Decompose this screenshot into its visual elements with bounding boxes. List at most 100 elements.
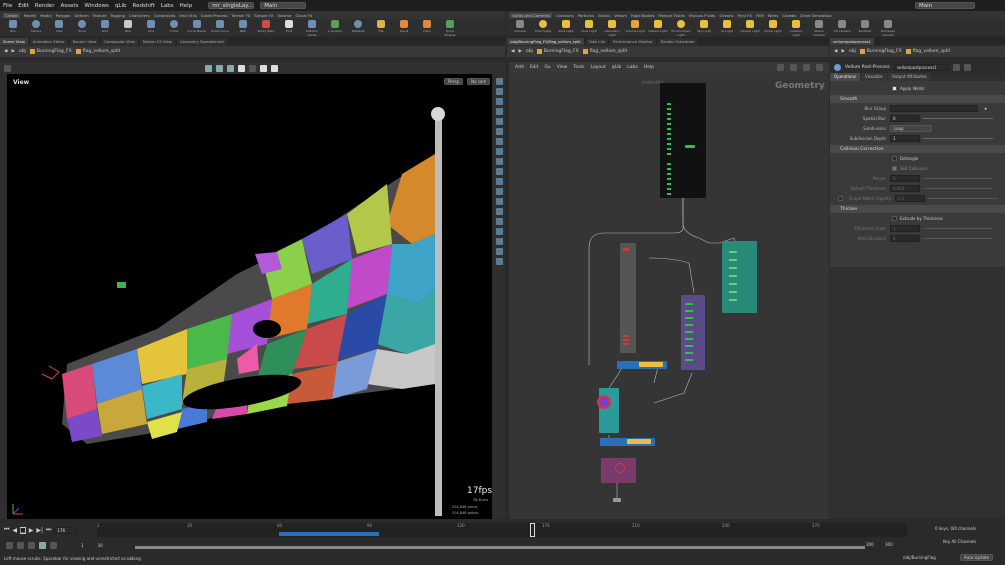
visibility-icon[interactable]	[495, 148, 503, 155]
realtime-icon[interactable]	[6, 542, 13, 549]
range-start[interactable]: 1	[81, 543, 84, 548]
menu-file[interactable]: File	[3, 3, 12, 9]
tool-distant-light[interactable]: Distant Light	[648, 20, 668, 33]
net-menu-layout[interactable]: Layout	[590, 65, 605, 70]
gear-icon[interactable]	[952, 64, 960, 71]
tool-sphere[interactable]: Sphere	[26, 20, 46, 33]
shelf-tab[interactable]: Grains	[598, 13, 610, 18]
current-frame-marker[interactable]	[530, 523, 535, 537]
shelf-tab[interactable]: Rigging	[111, 13, 125, 18]
tool-volume-light[interactable]: Volume Light	[625, 20, 645, 33]
range-end[interactable]: 300	[866, 542, 874, 547]
shelf-tab[interactable]: Modify	[24, 13, 37, 18]
path-burningflag[interactable]: BurningFlag_FX	[536, 49, 579, 54]
tool-environment-light[interactable]: Environment Light	[671, 20, 691, 37]
camera-view-icon[interactable]	[495, 178, 503, 185]
range-icon[interactable]	[39, 542, 46, 549]
display-icon[interactable]	[238, 64, 245, 72]
main-desktop-tab[interactable]: Main	[260, 2, 307, 9]
forward-arrow-icon[interactable]: ▶	[841, 49, 844, 54]
save-node-bottom-label[interactable]	[627, 439, 651, 444]
background-icon[interactable]	[495, 128, 503, 135]
shelf-tab[interactable]: Drive Simulation	[800, 13, 832, 18]
display-option-icon[interactable]	[495, 78, 503, 85]
wireframe-icon[interactable]	[249, 64, 256, 72]
tool-spiral[interactable]: Spiral	[394, 20, 414, 33]
grid-snap-icon[interactable]	[790, 64, 797, 71]
tool-box[interactable]: Box	[3, 20, 23, 33]
wire-divisions-field[interactable]: 4	[890, 234, 920, 242]
forward-arrow-icon[interactable]: ▶	[518, 49, 521, 54]
shelf-tab[interactable]: Simple FX	[254, 13, 273, 18]
tool-curve-bezier[interactable]: Curve Bezier	[187, 20, 207, 33]
path-flag-vellum-split[interactable]: flag_vellum_split	[582, 49, 627, 54]
tool-spot-light[interactable]: Spot Light	[556, 20, 576, 33]
shelf-tab[interactable]: Volume	[277, 13, 291, 18]
net-menu-help[interactable]: Help	[644, 65, 654, 70]
snapshot-icon[interactable]	[495, 218, 503, 225]
keys-icon[interactable]	[50, 542, 57, 549]
shelf-tab[interactable]: Terrain FX	[232, 13, 251, 18]
tab-network-path[interactable]: /obj/BurningFlag_FX/flag_vellum_split	[507, 37, 584, 45]
tab-animation-editor[interactable]: Animation Editor	[29, 37, 68, 45]
tool-wrench-icon[interactable]	[777, 64, 784, 71]
section-smooth[interactable]: Smooth	[830, 95, 1005, 103]
side-node[interactable]	[685, 145, 695, 148]
tool-vr-camera[interactable]: VR Camera	[832, 20, 852, 33]
tab-params[interactable]: vellumpostprocess1	[830, 37, 875, 45]
wire-divisions-slider[interactable]	[923, 237, 993, 239]
network-editor[interactable]: Geometry indexfile	[509, 73, 829, 519]
section-collision[interactable]: Collision Correction	[830, 145, 1005, 153]
quad-view-icon[interactable]	[495, 248, 503, 255]
subdivision-depth-field[interactable]: 1	[890, 134, 920, 142]
shelf-tab[interactable]: Characters	[129, 13, 150, 18]
audio-icon[interactable]	[28, 542, 35, 549]
tool-grid[interactable]: Grid	[95, 20, 115, 33]
selected-node-marker[interactable]	[597, 395, 611, 409]
shelf-tab[interactable]: Particles	[578, 13, 594, 18]
passes-field[interactable]: 5	[890, 174, 920, 182]
tool-geometry-light[interactable]: Geometry Light	[602, 20, 622, 37]
default-thickness-field[interactable]: 0.001	[890, 184, 920, 192]
tool-stereo-camera[interactable]: Stereo Camera	[809, 20, 829, 37]
shelf-tab[interactable]: Wires	[768, 13, 779, 18]
net-menu-go[interactable]: Go	[544, 65, 550, 70]
tool-helix[interactable]: Helix	[417, 20, 437, 33]
tool-metaball[interactable]: Metaball	[348, 20, 368, 33]
loop-icon[interactable]	[17, 542, 24, 549]
normals-icon[interactable]	[495, 118, 503, 125]
extrude-checkbox[interactable]	[892, 215, 897, 221]
tool-line[interactable]: Line	[141, 20, 161, 33]
shelf-tab[interactable]: Guide Process	[201, 13, 228, 18]
shelf-tab[interactable]: Polygon	[56, 13, 71, 18]
path-burningflag[interactable]: BurningFlag_FX	[29, 49, 72, 54]
tab-performance-monitor[interactable]: Performance Monitor	[610, 37, 656, 45]
back-arrow-icon[interactable]: ◀	[834, 49, 837, 54]
tool-gamepad-camera[interactable]: Gamepad Camera	[878, 20, 898, 37]
scene-viewport[interactable]: View Persp No cam 17fps 38.61ms 204,848 …	[7, 74, 492, 519]
jump-end-icon[interactable]: ⏭	[46, 526, 51, 534]
tree-view-icon[interactable]	[816, 64, 823, 71]
net-menu-add[interactable]: Add	[515, 65, 524, 70]
shelf-tab[interactable]: Rigid Bodies	[631, 13, 654, 18]
template-icon[interactable]	[495, 158, 503, 165]
shelf-tab[interactable]: Crowds	[782, 13, 796, 18]
node-chain-lower[interactable]	[667, 163, 671, 198]
path-flag-vellum-split[interactable]: flag_vellum_split	[75, 49, 120, 54]
thickness-scale-slider[interactable]	[923, 227, 993, 229]
play-icon[interactable]: ▶	[29, 527, 34, 534]
tool-file[interactable]: File	[371, 20, 391, 33]
path-obj[interactable]: obj	[849, 49, 856, 54]
select-icon[interactable]	[216, 64, 223, 72]
spatial-blur-slider[interactable]	[923, 117, 993, 119]
shelf-tab[interactable]: Oceans	[719, 13, 733, 18]
net-menu-view[interactable]: View	[557, 65, 568, 70]
tool-portal-light[interactable]: Portal Light	[763, 20, 783, 33]
self-collisions-checkbox[interactable]	[892, 165, 897, 171]
shelf-tab[interactable]: Collisions	[556, 13, 574, 18]
select-arrow-icon[interactable]: ➤	[984, 106, 987, 111]
lighting-icon[interactable]	[495, 88, 503, 95]
shelf-tab-lights[interactable]: Lights and Cameras	[510, 12, 552, 18]
tool-draw-curve[interactable]: Draw Curve	[210, 20, 230, 33]
list-view-icon[interactable]	[803, 64, 810, 71]
